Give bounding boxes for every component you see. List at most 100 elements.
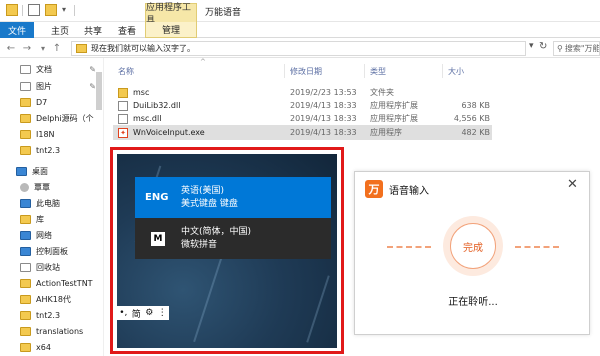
tab-share[interactable]: 共享 <box>78 22 108 38</box>
title-bar <box>0 0 600 22</box>
nav-item-tnt23[interactable]: tnt2.3 <box>0 308 104 323</box>
tab-view[interactable]: 查看 <box>112 22 142 38</box>
search-placeholder: 搜索"万能语音" <box>564 44 600 53</box>
control-panel-icon <box>20 247 31 256</box>
file-size: 4,556 KB <box>453 114 490 123</box>
column-header-name[interactable]: 名称 <box>118 66 134 77</box>
nav-item-tnt[interactable]: tnt2.3 <box>0 143 104 158</box>
nav-item-i18n[interactable]: I18N <box>0 127 104 142</box>
address-input[interactable]: 现在我们就可以输入汉字了。 <box>71 41 526 56</box>
context-tab-app-tools: 应用程序工具 <box>145 3 197 26</box>
folder-icon <box>20 343 31 352</box>
folder-icon <box>20 98 31 107</box>
recycle-bin-icon <box>20 263 31 272</box>
file-name: msc <box>133 88 150 97</box>
nav-item-user[interactable]: 覃覃 <box>0 180 104 195</box>
dll-icon <box>118 113 128 124</box>
nav-item-label: 桌面 <box>32 167 48 176</box>
column-header-type[interactable]: 类型 <box>370 66 386 77</box>
nav-item-delphi[interactable]: Delphi源码（个 <box>0 111 104 126</box>
folder-icon <box>20 295 31 304</box>
nav-item-x64[interactable]: x64 <box>0 340 104 355</box>
nav-item-label: tnt2.3 <box>36 146 61 155</box>
folder-icon <box>20 130 31 139</box>
user-icon <box>20 183 29 192</box>
column-separator[interactable] <box>364 64 365 78</box>
nav-item-label: 控制面板 <box>36 247 68 256</box>
nav-item-d7[interactable]: D7 <box>0 95 104 110</box>
folder-icon <box>20 279 31 288</box>
right-wave-line <box>515 246 559 248</box>
settings-icon[interactable]: ⚙ <box>145 308 153 318</box>
library-icon <box>20 215 31 224</box>
voice-panel-title: 语音输入 <box>389 186 429 197</box>
refresh-icon[interactable]: ↻ <box>539 41 547 52</box>
app-logo-icon: 万 <box>365 180 383 198</box>
separator <box>74 5 75 16</box>
window-title: 万能语音 <box>205 8 242 18</box>
tab-manage[interactable]: 管理 <box>145 22 197 38</box>
computer-icon <box>20 199 31 208</box>
language-item-eng[interactable]: ENG 英语(美国) 美式键盘 键盘 <box>135 177 331 218</box>
pictures-icon <box>20 82 31 91</box>
finish-button[interactable]: 完成 <box>450 223 496 269</box>
nav-item-pictures[interactable]: 图片 ✎ <box>0 79 104 94</box>
documents-icon <box>20 65 31 74</box>
nav-item-control-panel[interactable]: 控制面板 <box>0 244 104 259</box>
nav-item-libraries[interactable]: 库 <box>0 212 104 227</box>
nav-item-desktop[interactable]: 桌面 <box>0 164 104 179</box>
nav-item-label: 库 <box>36 215 44 224</box>
file-row-selected[interactable]: ✦ WnVoiceInput.exe 2019/4/13 18:33 应用程序 … <box>113 125 492 140</box>
nav-item-ahk18[interactable]: AHK18代 <box>0 292 104 307</box>
nav-item-label: ActionTestTNT <box>36 279 93 288</box>
file-name-cell: ✦ WnVoiceInput.exe <box>118 125 205 140</box>
separator <box>22 5 23 16</box>
language-code: ENG <box>145 192 169 203</box>
tab-home[interactable]: 主页 <box>45 22 75 38</box>
nav-item-translations[interactable]: translations <box>0 324 104 339</box>
nav-item-label: D7 <box>36 98 48 107</box>
nav-scrollbar-thumb[interactable] <box>96 72 102 110</box>
up-icon[interactable]: ↑ <box>50 41 64 55</box>
search-input[interactable]: ⚲ 搜索"万能语音" <box>553 41 600 56</box>
keyboard-name: 微软拼音 <box>181 239 218 250</box>
folder-icon <box>20 146 31 155</box>
folder-icon <box>118 87 128 98</box>
forward-icon[interactable]: → <box>20 41 34 55</box>
column-separator[interactable] <box>284 64 285 78</box>
column-header-size[interactable]: 大小 <box>448 66 464 77</box>
file-type: 应用程序 <box>370 128 402 137</box>
language-code: M <box>151 231 165 246</box>
properties-icon[interactable] <box>28 4 40 16</box>
finish-button-ring: 完成 <box>443 216 503 276</box>
close-icon[interactable]: ✕ <box>567 177 578 192</box>
more-icon[interactable]: ⋮ <box>158 308 167 318</box>
folder-icon <box>20 327 31 336</box>
language-name: 中文(简体，中国) <box>181 226 252 237</box>
new-folder-icon[interactable] <box>45 4 57 16</box>
voice-input-panel: 万 语音输入 ✕ 完成 正在聆听... <box>354 171 590 335</box>
nav-item-this-pc[interactable]: 此电脑 <box>0 196 104 211</box>
desktop-icon <box>16 167 27 176</box>
punctuation-toggle[interactable]: •, <box>119 308 127 318</box>
dll-icon <box>118 100 128 111</box>
chevron-down-icon[interactable]: ▾ <box>62 5 66 14</box>
nav-item-recycle-bin[interactable]: 回收站 <box>0 260 104 275</box>
nav-item-documents[interactable]: 文档 ✎ <box>0 62 104 77</box>
back-icon[interactable]: ← <box>4 41 18 55</box>
chinese-mode-toggle[interactable]: 简 <box>132 307 141 320</box>
pin-icon: ✎ <box>89 65 96 74</box>
address-dropdown-icon[interactable]: ▾ <box>529 41 534 51</box>
column-header-date[interactable]: 修改日期 <box>290 66 322 77</box>
nav-item-label: 覃覃 <box>34 183 50 192</box>
nav-item-network[interactable]: 网络 <box>0 228 104 243</box>
column-separator[interactable] <box>442 64 443 78</box>
nav-item-actiontesttnt[interactable]: ActionTestTNT <box>0 276 104 291</box>
file-row[interactable]: msc.dll 2019/4/13 18:33 应用程序扩展 4,556 KB <box>113 111 492 126</box>
listening-status: 正在聆听... <box>448 297 498 308</box>
language-item-chinese[interactable]: M 中文(简体，中国) 微软拼音 <box>135 218 331 259</box>
language-menu: ENG 英语(美国) 美式键盘 键盘 M 中文(简体，中国) 微软拼音 <box>135 177 331 259</box>
tab-file[interactable]: 文件 <box>0 22 34 38</box>
language-desc: 中文(简体，中国) 微软拼音 <box>181 226 251 252</box>
recent-chevron-icon[interactable]: ▾ <box>36 41 50 55</box>
